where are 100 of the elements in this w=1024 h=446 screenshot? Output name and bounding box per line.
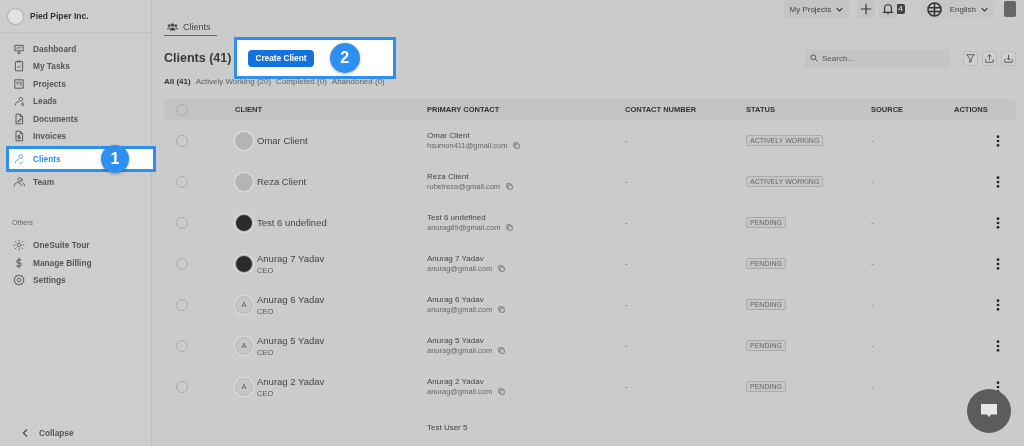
- client-name: Anurag 7 Yadav: [257, 252, 325, 264]
- settings-icon: [13, 274, 25, 287]
- search-input[interactable]: Search...: [822, 53, 932, 63]
- caret-icon: [981, 6, 988, 12]
- more-options-icon[interactable]: [996, 134, 1000, 147]
- more-options-icon[interactable]: [996, 257, 1000, 270]
- contact-number: -: [625, 341, 628, 350]
- contact-number: -: [625, 136, 628, 145]
- sidebar-item[interactable]: Manage Billing: [0, 254, 151, 272]
- filter-icon: [966, 53, 975, 63]
- search-field[interactable]: Search...: [805, 48, 950, 68]
- filter-tab[interactable]: All (41): [164, 77, 191, 86]
- more-options-icon[interactable]: [996, 380, 1000, 393]
- source-text: -: [871, 218, 874, 227]
- language-dropdown[interactable]: English: [920, 0, 994, 18]
- copy-icon[interactable]: [513, 142, 521, 149]
- filter-tab[interactable]: Completed (0): [276, 77, 327, 86]
- source-text: -: [871, 341, 874, 350]
- filter-button[interactable]: [963, 50, 978, 66]
- sidebar-item[interactable]: Dashboard: [0, 40, 151, 58]
- copy-icon[interactable]: [498, 347, 506, 354]
- contact-name: Reza Client: [427, 172, 469, 181]
- contact-number: -: [625, 218, 628, 227]
- contact-name: Anurag 6 Yadav: [427, 295, 484, 304]
- search-icon: [810, 54, 818, 62]
- company-logo-icon: [7, 7, 24, 25]
- more-options-icon[interactable]: [996, 175, 1000, 188]
- step-number-badge: 1: [101, 145, 129, 173]
- chevron-left-icon: [22, 428, 29, 438]
- contact-name: Test 6 undefined: [427, 213, 486, 222]
- bell-icon: [882, 3, 895, 15]
- plus-icon: [860, 3, 873, 15]
- contact-name: Anurag 7 Yadav: [427, 254, 484, 263]
- contact-name: Anurag 5 Yadav: [427, 336, 484, 345]
- user-avatar[interactable]: [1004, 1, 1016, 17]
- copy-icon[interactable]: [498, 306, 506, 313]
- create-client-button[interactable]: Create Client: [248, 49, 314, 67]
- dashboard-icon: [13, 42, 25, 55]
- sidebar-item[interactable]: Leads: [0, 92, 151, 110]
- photo-placeholder: [235, 213, 253, 232]
- contact-name: Test User 5: [427, 423, 468, 432]
- contact-number: -: [625, 177, 628, 186]
- collapse-button[interactable]: Collapse: [0, 428, 151, 438]
- upload-button[interactable]: [982, 50, 997, 66]
- download-button[interactable]: [1001, 50, 1016, 66]
- step-number-badge: 2: [329, 43, 360, 73]
- avatar-circle: [235, 131, 253, 150]
- source-text: -: [871, 259, 874, 268]
- invoice-icon: [13, 130, 25, 143]
- filter-tab[interactable]: Abandoned (0): [331, 77, 385, 86]
- upload-icon: [985, 53, 994, 63]
- copy-icon[interactable]: [498, 388, 506, 395]
- client-name: Anurag 2 Yadav: [257, 375, 325, 387]
- page-tab[interactable]: Clients: [164, 22, 217, 36]
- globe-icon: [926, 1, 942, 17]
- sidebar-item[interactable]: Invoices: [0, 127, 151, 145]
- source-text: -: [871, 177, 874, 186]
- client-name: Omar Client: [257, 135, 308, 146]
- chat-button[interactable]: [967, 389, 1011, 433]
- sidebar-item[interactable]: OneSuite Tour: [0, 236, 151, 254]
- sidebar-item[interactable]: Projects: [0, 75, 151, 93]
- sidebar-item[interactable]: Documents: [0, 110, 151, 128]
- more-options-icon[interactable]: [996, 216, 1000, 229]
- board-icon: [13, 77, 25, 90]
- sidebar-item[interactable]: Team: [0, 173, 151, 191]
- more-options-icon[interactable]: [996, 339, 1000, 352]
- contact-name: Omar Client: [427, 131, 470, 140]
- page-title: Clients (41): [164, 51, 232, 65]
- sidebar-item[interactable]: My Tasks: [0, 57, 151, 75]
- document-icon: [13, 112, 25, 125]
- client-name: Anurag 6 Yadav: [257, 293, 325, 305]
- dollar-icon: [13, 256, 25, 269]
- projects-dropdown[interactable]: My Projects: [783, 0, 850, 18]
- notification-count: 4: [896, 4, 905, 14]
- source-text: -: [871, 136, 874, 145]
- download-icon: [1004, 53, 1013, 63]
- copy-icon[interactable]: [506, 224, 514, 231]
- sidebar-item[interactable]: Clients 1: [6, 146, 156, 172]
- caret-icon: [836, 6, 844, 12]
- avatar-circle: [235, 172, 253, 191]
- source-text: -: [871, 300, 874, 309]
- source-text: -: [871, 382, 874, 391]
- more-options-icon[interactable]: [996, 298, 1000, 311]
- copy-icon[interactable]: [498, 265, 506, 272]
- checklist-icon: [13, 60, 25, 73]
- contact-number: -: [625, 300, 628, 309]
- contact-number: -: [625, 259, 628, 268]
- company-name: Pied Piper Inc.: [30, 11, 89, 21]
- client-name: Anurag 5 Yadav: [257, 334, 325, 346]
- notifications-button[interactable]: [879, 0, 898, 18]
- copy-icon[interactable]: [506, 183, 514, 190]
- sidebar-item[interactable]: Settings: [0, 271, 151, 289]
- client-name: Test 6 undefined: [257, 217, 327, 228]
- contact-number: -: [625, 382, 628, 391]
- filter-tab[interactable]: Actively Working (20): [195, 77, 272, 86]
- photo-placeholder: [235, 254, 253, 273]
- chat-bubble-icon: [980, 403, 998, 419]
- sun-icon: [13, 239, 25, 252]
- contact-name: Anurag 2 Yadav: [427, 377, 484, 386]
- client-name: Reza Client: [257, 176, 307, 187]
